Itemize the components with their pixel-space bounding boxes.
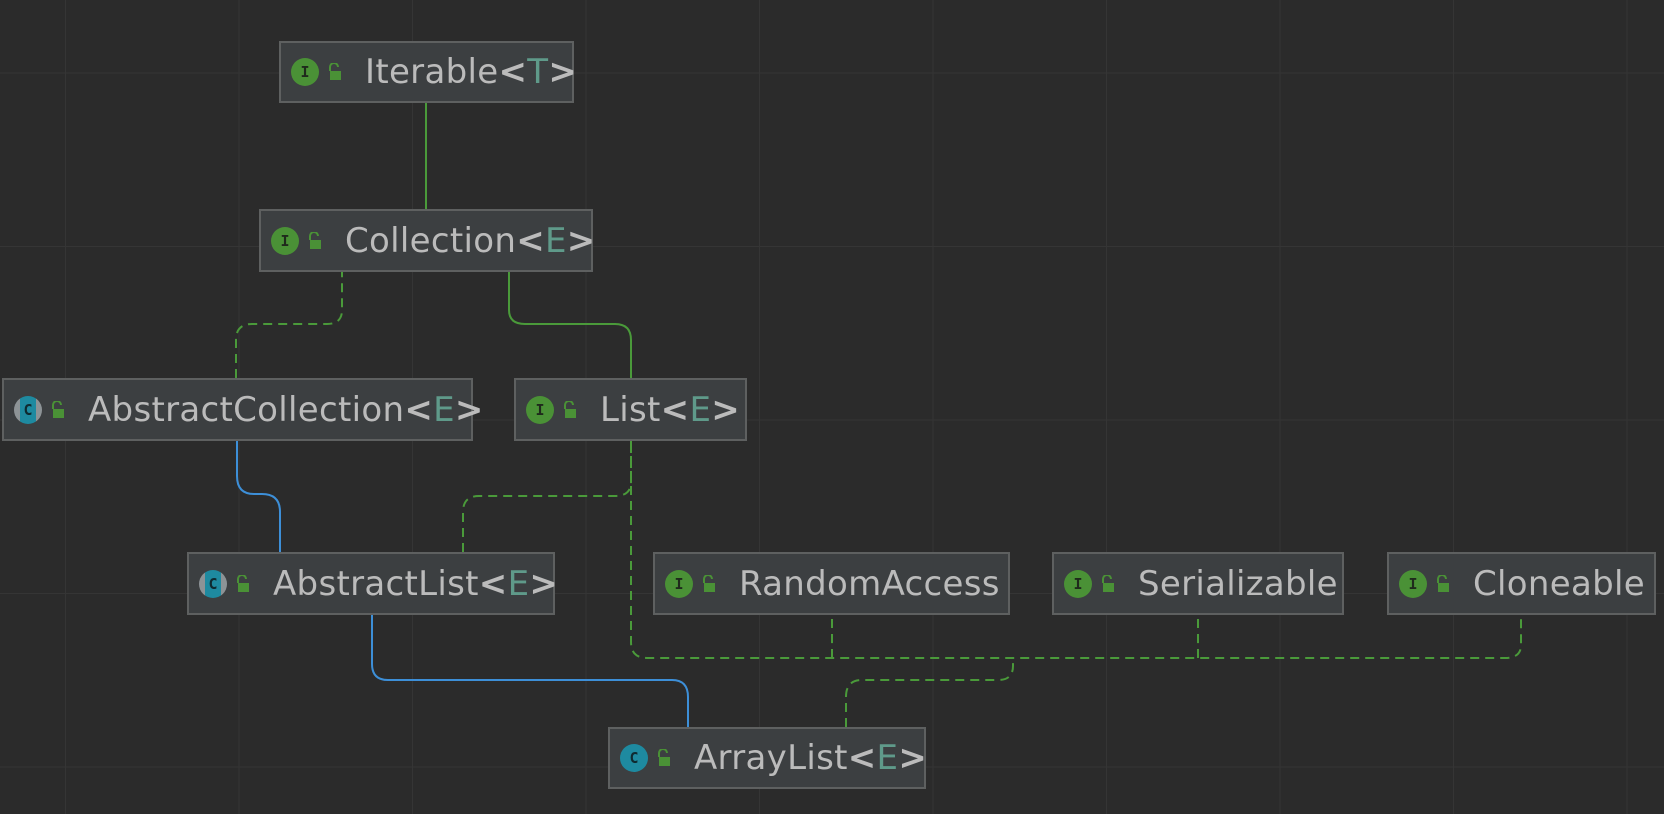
interface-icon: I <box>271 226 299 255</box>
class-icon: C <box>620 744 648 772</box>
edge-arraylist-extends-abstractlist <box>359 591 689 727</box>
interface-icon: I <box>291 58 319 86</box>
interface-icon: I <box>1064 569 1092 598</box>
node-iterable[interactable]: I Iterable<T> <box>279 41 578 103</box>
abstract-class-icon: C <box>14 395 42 424</box>
edge-abstractcollection-implements-collection <box>235 248 355 378</box>
edge-list-extends-collection <box>496 248 632 378</box>
node-abstract-list[interactable]: C AbstractList<E> <box>187 552 559 615</box>
node-title: List<E> <box>600 389 741 430</box>
abstract-class-icon: C <box>199 569 227 598</box>
public-access-icon <box>52 400 64 418</box>
public-access-icon <box>237 574 249 592</box>
node-title: RandomAccess <box>739 563 1000 604</box>
interface-icon: I <box>526 395 554 424</box>
node-title: Cloneable <box>1473 563 1645 604</box>
node-cloneable[interactable]: I Cloneable <box>1387 552 1656 615</box>
interface-icon: I <box>1399 569 1427 598</box>
edge-arraylist-implements-trunk <box>845 658 1014 727</box>
public-access-icon <box>1102 574 1114 592</box>
public-access-icon <box>658 749 670 766</box>
edge-abstractlist-extends-abstractcollection <box>224 417 281 552</box>
node-list[interactable]: I List<E> <box>514 378 747 441</box>
public-access-icon <box>703 574 715 592</box>
node-title: AbstractList<E> <box>273 563 559 604</box>
public-access-icon <box>1437 574 1449 592</box>
interface-icon: I <box>665 569 693 598</box>
node-title: AbstractCollection<E> <box>88 389 484 430</box>
node-title: Collection<E> <box>345 220 596 261</box>
node-collection[interactable]: I Collection<E> <box>259 209 596 272</box>
node-title: Iterable<T> <box>365 52 578 92</box>
node-title: ArrayList<E> <box>694 738 928 778</box>
public-access-icon <box>329 63 341 80</box>
node-abstract-collection[interactable]: C AbstractCollection<E> <box>2 378 483 441</box>
node-title: Serializable <box>1138 563 1338 604</box>
public-access-icon <box>564 400 576 418</box>
node-serializable[interactable]: I Serializable <box>1052 552 1344 615</box>
node-array-list[interactable]: C ArrayList<E> <box>608 727 928 789</box>
public-access-icon <box>309 231 321 249</box>
edge-implements-bus <box>630 441 1534 659</box>
edge-abstractlist-implements-list <box>462 417 644 552</box>
node-random-access[interactable]: I RandomAccess <box>653 552 1010 615</box>
